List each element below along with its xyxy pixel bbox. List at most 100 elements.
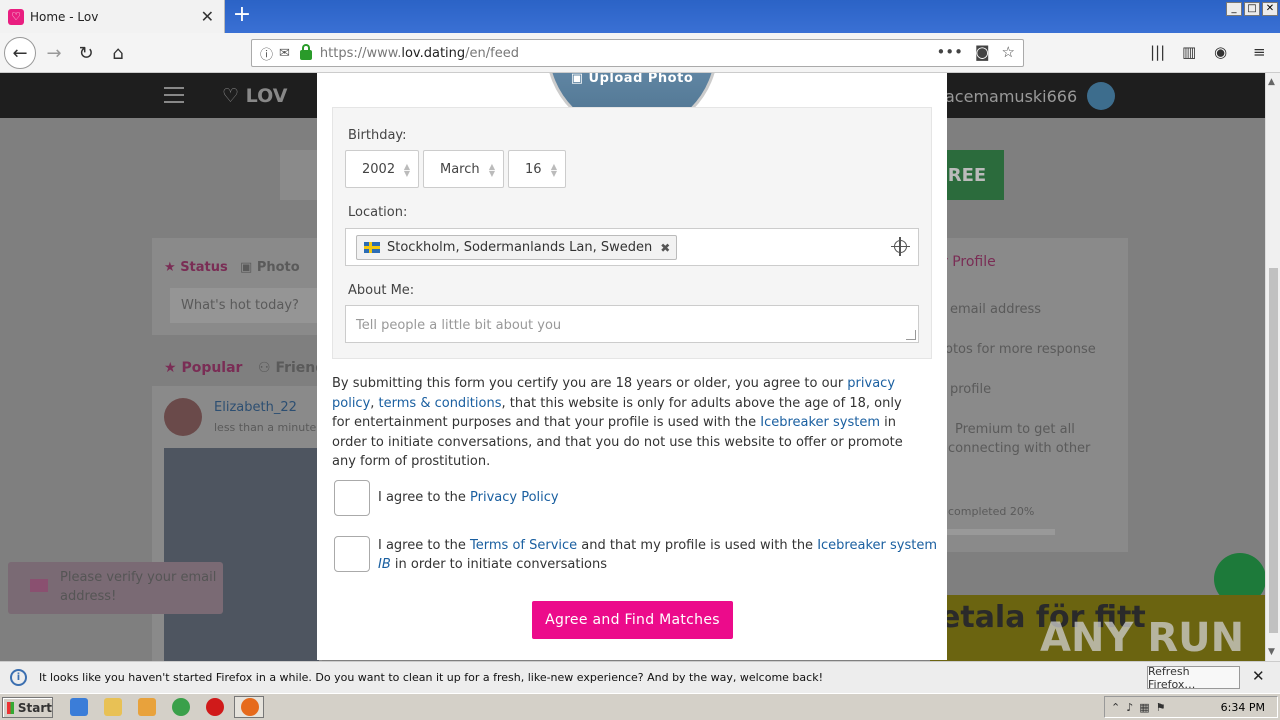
icebreaker-system-link[interactable]: Icebreaker system [760, 415, 880, 430]
hamburger-icon[interactable] [164, 87, 184, 103]
location-label: Location: [348, 205, 408, 220]
about-me-label: About Me: [348, 283, 415, 298]
url-bar[interactable]: ⓘ ✉ https://www.lov.dating/en/feed ••• ◙… [251, 39, 1024, 67]
remove-location-icon[interactable]: ✖ [660, 241, 670, 255]
library-icon[interactable]: ||| [1150, 43, 1165, 61]
permissions-icon[interactable]: ✉ [279, 46, 290, 61]
reload-button[interactable]: ↻ [70, 37, 102, 69]
chrome-icon[interactable] [172, 698, 190, 716]
windows-logo-icon [7, 701, 14, 714]
photo-tab[interactable]: ▣ Photo [240, 260, 300, 275]
maximize-button[interactable]: □ [1244, 2, 1260, 16]
media-player-icon[interactable] [138, 698, 156, 716]
verify-email-notice[interactable]: Please verify your email address! [8, 562, 223, 614]
whats-hot-placeholder: What's hot today? [181, 298, 299, 313]
terms-conditions-link[interactable]: terms & conditions [379, 396, 502, 411]
navigation-bar: ← → ↻ ⌂ ⓘ ✉ https://www.lov.dating/en/fe… [0, 33, 1280, 73]
tray-expand-icon[interactable]: ⌃ [1111, 701, 1120, 714]
agree-terms-row: I agree to the Terms of Service and that… [334, 536, 938, 574]
scroll-up-icon[interactable]: ▲ [1268, 77, 1275, 87]
title-bar: ♡ Home - Lov ✕ + _ □ ✕ [0, 0, 1280, 33]
anyrun-watermark: ANY RUN [1040, 615, 1245, 661]
window-controls: _ □ ✕ [1226, 2, 1278, 16]
friends-tab[interactable]: ⚇ Friend [258, 360, 325, 376]
flag-icon[interactable]: ⚑ [1156, 701, 1166, 714]
ie-icon[interactable] [70, 698, 88, 716]
lock-icon [299, 44, 312, 60]
tab-title: Home - Lov [30, 9, 99, 24]
profile-item-profile[interactable]: profile [950, 382, 991, 397]
agree-find-matches-button[interactable]: Agree and Find Matches [532, 601, 733, 639]
windows-taskbar: Start ⌃ ♪ ▦ ⚑ 6:34 PM [0, 693, 1280, 720]
profile-form-panel: Birthday: 2002 ▲ ▼ March ▲ ▼ 16 ▲ ▼ Locatio… [332, 107, 932, 359]
url-text[interactable]: https://www.lov.dating/en/feed [320, 46, 519, 61]
locate-me-icon[interactable] [891, 237, 910, 256]
firefox-taskbar-button[interactable] [234, 696, 264, 718]
close-notification-icon[interactable]: ✕ [1252, 667, 1265, 685]
mail-icon [30, 579, 48, 592]
pocket-icon[interactable]: ◙ [975, 43, 990, 61]
network-icon[interactable]: ▦ [1139, 701, 1149, 714]
firefox-notification-bar: i It looks like you haven't started Fire… [0, 661, 1280, 693]
profile-header: r Profile [942, 254, 996, 270]
birth-year-select[interactable]: 2002 ▲ ▼ [345, 150, 419, 188]
username[interactable]: acemamuski666 [945, 87, 1077, 106]
profile-item-photos[interactable]: otos for more response [945, 342, 1096, 357]
location-tag: Stockholm, Sodermanlands Lan, Sweden ✖ [356, 235, 678, 260]
poster-name[interactable]: Elizabeth_22 [214, 400, 297, 415]
tab-close-icon[interactable]: ✕ [201, 7, 214, 26]
about-me-textarea[interactable]: Tell people a little bit about you [345, 305, 919, 343]
profile-item-connecting: connecting with other [948, 441, 1091, 456]
minimize-button[interactable]: _ [1226, 2, 1242, 16]
profile-item-email[interactable]: email address [950, 302, 1041, 317]
terms-disclaimer: By submitting this form you certify you … [332, 376, 903, 469]
agree-privacy-checkbox[interactable] [334, 480, 370, 516]
search-box-bg [280, 150, 320, 200]
forward-button[interactable]: → [38, 37, 70, 69]
birth-month-select[interactable]: March ▲ ▼ [423, 150, 504, 188]
resize-handle-icon[interactable] [906, 330, 916, 340]
agree-terms-checkbox[interactable] [334, 536, 370, 572]
opera-icon[interactable] [206, 698, 224, 716]
home-button[interactable]: ⌂ [102, 37, 134, 69]
page-actions-icon[interactable]: ••• [936, 43, 963, 61]
info-icon: i [10, 669, 27, 686]
close-window-button[interactable]: ✕ [1262, 2, 1278, 16]
privacy-policy-link-2[interactable]: Privacy Policy [470, 490, 559, 505]
status-tab[interactable]: ★ Status [164, 260, 228, 275]
agree-privacy-row: I agree to the Privacy Policy [334, 480, 938, 516]
start-button[interactable]: Start [2, 697, 53, 718]
poster-time: less than a minute [214, 421, 317, 434]
popular-tab[interactable]: ★ Popular [164, 360, 242, 376]
profile-item-premium[interactable]: Premium to get all [955, 422, 1075, 437]
account-icon[interactable]: ◉ [1214, 43, 1227, 61]
back-button[interactable]: ← [4, 37, 36, 69]
system-tray: ⌃ ♪ ▦ ⚑ 6:34 PM [1104, 696, 1278, 718]
scroll-thumb[interactable] [1269, 268, 1278, 633]
feed-photo[interactable] [164, 448, 319, 661]
terms-of-service-link[interactable]: Terms of Service [470, 538, 577, 553]
refresh-firefox-button[interactable]: Refresh Firefox… [1147, 665, 1240, 691]
new-tab-button[interactable]: + [230, 4, 254, 28]
menu-icon[interactable]: ≡ [1253, 43, 1266, 61]
avatar[interactable] [1087, 82, 1115, 110]
profile-progress-bar [945, 529, 1055, 535]
birth-day-select[interactable]: 16 ▲ ▼ [508, 150, 566, 188]
notification-message: It looks like you haven't started Firefo… [39, 671, 823, 684]
volume-icon[interactable]: ♪ [1126, 701, 1133, 714]
info-icon[interactable]: ⓘ [260, 44, 273, 63]
folder-icon[interactable] [104, 698, 122, 716]
scroll-down-icon[interactable]: ▼ [1268, 647, 1275, 657]
chevron-updown-icon: ▲ ▼ [550, 162, 557, 178]
birthday-label: Birthday: [348, 128, 407, 143]
tab-home-lov[interactable]: ♡ Home - Lov ✕ [0, 0, 225, 33]
chevron-updown-icon: ▲ ▼ [403, 162, 410, 178]
chevron-updown-icon: ▲ ▼ [488, 162, 495, 178]
location-input[interactable]: Stockholm, Sodermanlands Lan, Sweden ✖ [345, 228, 919, 266]
lov-favicon-icon: ♡ [8, 8, 24, 25]
poster-avatar[interactable] [164, 398, 202, 436]
site-logo[interactable]: ♡ LOV [222, 85, 287, 107]
vertical-scrollbar[interactable]: ▲ ▼ [1265, 73, 1280, 661]
bookmark-star-icon[interactable]: ☆ [1002, 43, 1015, 61]
sidebar-icon[interactable]: ▥ [1182, 43, 1196, 61]
